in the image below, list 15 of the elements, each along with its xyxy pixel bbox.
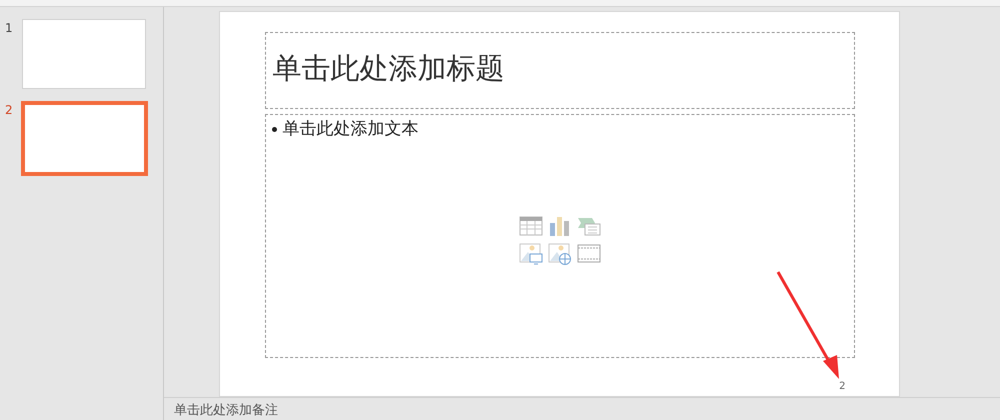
notes-placeholder[interactable]: 单击此处添加备注	[164, 398, 1000, 420]
slide-number: 1	[5, 20, 14, 37]
chart-icon[interactable]	[548, 214, 572, 238]
slide-number: 2	[5, 102, 14, 119]
picture-icon[interactable]	[518, 242, 542, 264]
video-icon[interactable]	[576, 242, 600, 264]
slide-number: 2	[839, 380, 846, 394]
slide-thumbnail[interactable]	[22, 19, 146, 89]
online-picture-icon[interactable]	[548, 242, 572, 264]
bullet-icon	[272, 127, 276, 132]
title-placeholder[interactable]: 单击此处添加标题	[264, 32, 854, 109]
slide-thumbnail[interactable]	[21, 101, 148, 176]
body-placeholder-text[interactable]: 单击此处添加文本	[282, 117, 418, 142]
content-placeholder[interactable]: 单击此处添加文本	[264, 114, 854, 358]
table-icon[interactable]	[518, 214, 542, 238]
